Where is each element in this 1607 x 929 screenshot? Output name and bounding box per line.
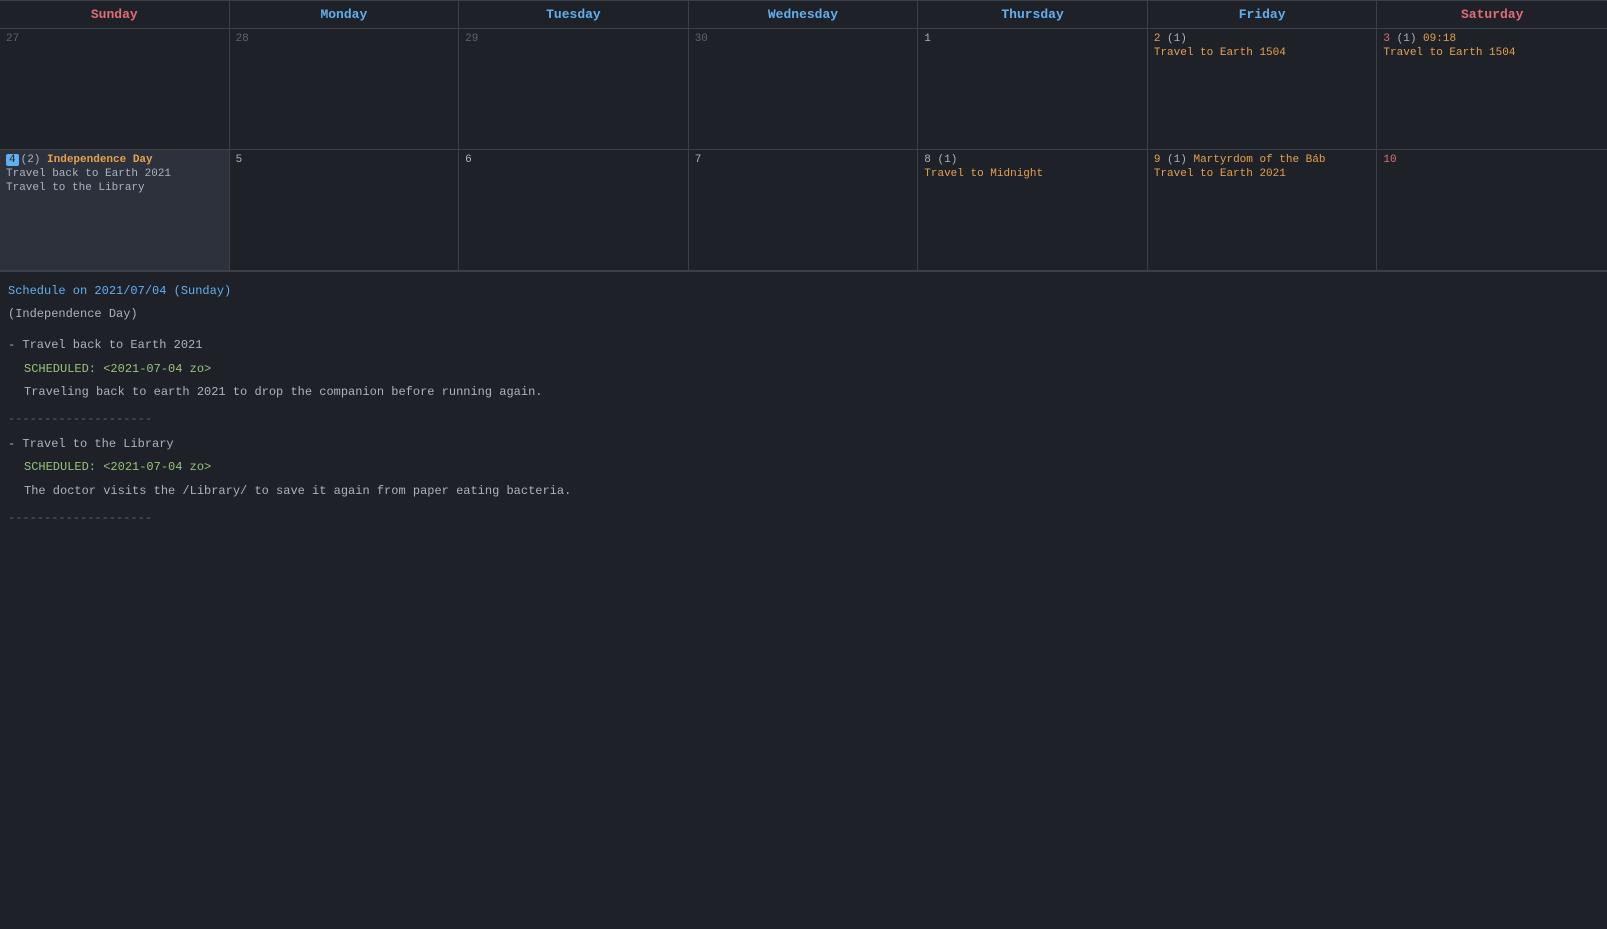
calendar-cell[interactable]: 2 (1) Travel to Earth 1504: [1148, 29, 1378, 149]
day-number: 1: [924, 33, 931, 45]
calendar-cell[interactable]: 30: [689, 29, 919, 149]
schedule-entry: - Travel back to Earth 2021 SCHEDULED: <2…: [8, 336, 1599, 402]
entry-desc: The doctor visits the /Library/ to save …: [24, 482, 1599, 501]
cell-day-number: 8 (1): [924, 154, 1141, 166]
day-badge: 4: [6, 154, 19, 166]
calendar-cell[interactable]: 5: [230, 150, 460, 270]
schedule-title: Schedule on 2021/07/04 (Sunday): [8, 282, 1599, 301]
calendar-cell[interactable]: 3 (1) 09:18 Travel to Earth 1504: [1377, 29, 1607, 149]
cell-day-number: 28: [236, 33, 453, 45]
day-label: Martyrdom of the Báb: [1193, 154, 1325, 166]
cell-day-number: 5: [236, 154, 453, 166]
calendar-event[interactable]: Travel to the Library: [6, 182, 223, 194]
calendar-day-name: Sunday: [0, 1, 230, 29]
day-number: 8: [924, 154, 931, 166]
schedule-section: Schedule on 2021/07/04 (Sunday) (Indepen…: [0, 271, 1607, 544]
cell-day-number: 7: [695, 154, 912, 166]
day-number: 29: [465, 33, 478, 45]
entry-divider: --------------------: [8, 410, 1599, 429]
calendar-weeks: 2728293012 (1) Travel to Earth 15043 (1)…: [0, 29, 1607, 271]
cell-day-number: 6: [465, 154, 682, 166]
event-count: (1): [1160, 33, 1186, 45]
calendar-event[interactable]: Travel to Earth 1504: [1383, 47, 1601, 59]
cell-day-number: 29: [465, 33, 682, 45]
day-number: 5: [236, 154, 243, 166]
cell-day-number: 27: [6, 33, 223, 45]
day-number: 30: [695, 33, 708, 45]
day-label: Independence Day: [47, 154, 153, 166]
event-count: (2): [21, 154, 47, 166]
calendar-cell[interactable]: 10: [1377, 150, 1607, 270]
calendar-day-name: Thursday: [918, 1, 1148, 29]
calendar-cell[interactable]: 28: [230, 29, 460, 149]
entry-divider: --------------------: [8, 509, 1599, 528]
event-count: (1): [1160, 154, 1193, 166]
calendar-cell[interactable]: 29: [459, 29, 689, 149]
event-count: (1): [931, 154, 957, 166]
event-time: 09:18: [1423, 33, 1456, 45]
calendar-cell[interactable]: 27: [0, 29, 230, 149]
cell-day-number: 2 (1): [1154, 33, 1371, 45]
day-number: 28: [236, 33, 249, 45]
cell-day-number: 10: [1383, 154, 1601, 166]
calendar-cell[interactable]: 4(2) Independence Day Travel back to Eart…: [0, 150, 230, 270]
cell-day-number: 9 (1) Martyrdom of the Báb: [1154, 154, 1371, 166]
calendar-cell[interactable]: 7: [689, 150, 919, 270]
entry-title: - Travel to the Library: [8, 435, 1599, 454]
event-count: (1): [1390, 33, 1423, 45]
entry-title: - Travel back to Earth 2021: [8, 336, 1599, 355]
calendar-cell[interactable]: 9 (1) Martyrdom of the Báb Travel to Eart…: [1148, 150, 1378, 270]
calendar-day-name: Tuesday: [459, 1, 689, 29]
day-number: 10: [1383, 154, 1396, 166]
calendar-cell[interactable]: 8 (1) Travel to Midnight: [918, 150, 1148, 270]
cell-day-number: 4(2) Independence Day: [6, 154, 223, 166]
calendar-event[interactable]: Travel back to Earth 2021: [6, 168, 223, 180]
calendar-event[interactable]: Travel to Earth 1504: [1154, 47, 1371, 59]
entry-desc: Traveling back to earth 2021 to drop the…: [24, 383, 1599, 402]
calendar-header: SundayMondayTuesdayWednesdayThursdayFrid…: [0, 1, 1607, 29]
calendar: SundayMondayTuesdayWednesdayThursdayFrid…: [0, 0, 1607, 271]
day-number: 27: [6, 33, 19, 45]
calendar-week: 2728293012 (1) Travel to Earth 15043 (1)…: [0, 29, 1607, 150]
cell-day-number: 1: [924, 33, 1141, 45]
day-number: 7: [695, 154, 702, 166]
calendar-day-name: Monday: [230, 1, 460, 29]
entry-scheduled: SCHEDULED: <2021-07-04 zo>: [24, 458, 1599, 477]
calendar-week: 4(2) Independence Day Travel back to Eart…: [0, 150, 1607, 271]
calendar-event[interactable]: Travel to Earth 2021: [1154, 168, 1371, 180]
calendar-cell[interactable]: 6: [459, 150, 689, 270]
schedule-entry: - Travel to the Library SCHEDULED: <2021-…: [8, 435, 1599, 501]
schedule-subtitle: (Independence Day): [8, 305, 1599, 324]
cell-day-number: 30: [695, 33, 912, 45]
cell-day-number: 3 (1) 09:18: [1383, 33, 1601, 45]
calendar-day-name: Saturday: [1377, 1, 1607, 29]
calendar-day-name: Friday: [1148, 1, 1378, 29]
day-number: 6: [465, 154, 472, 166]
calendar-cell[interactable]: 1: [918, 29, 1148, 149]
calendar-event[interactable]: Travel to Midnight: [924, 168, 1141, 180]
calendar-day-name: Wednesday: [689, 1, 919, 29]
entry-scheduled: SCHEDULED: <2021-07-04 zo>: [24, 360, 1599, 379]
